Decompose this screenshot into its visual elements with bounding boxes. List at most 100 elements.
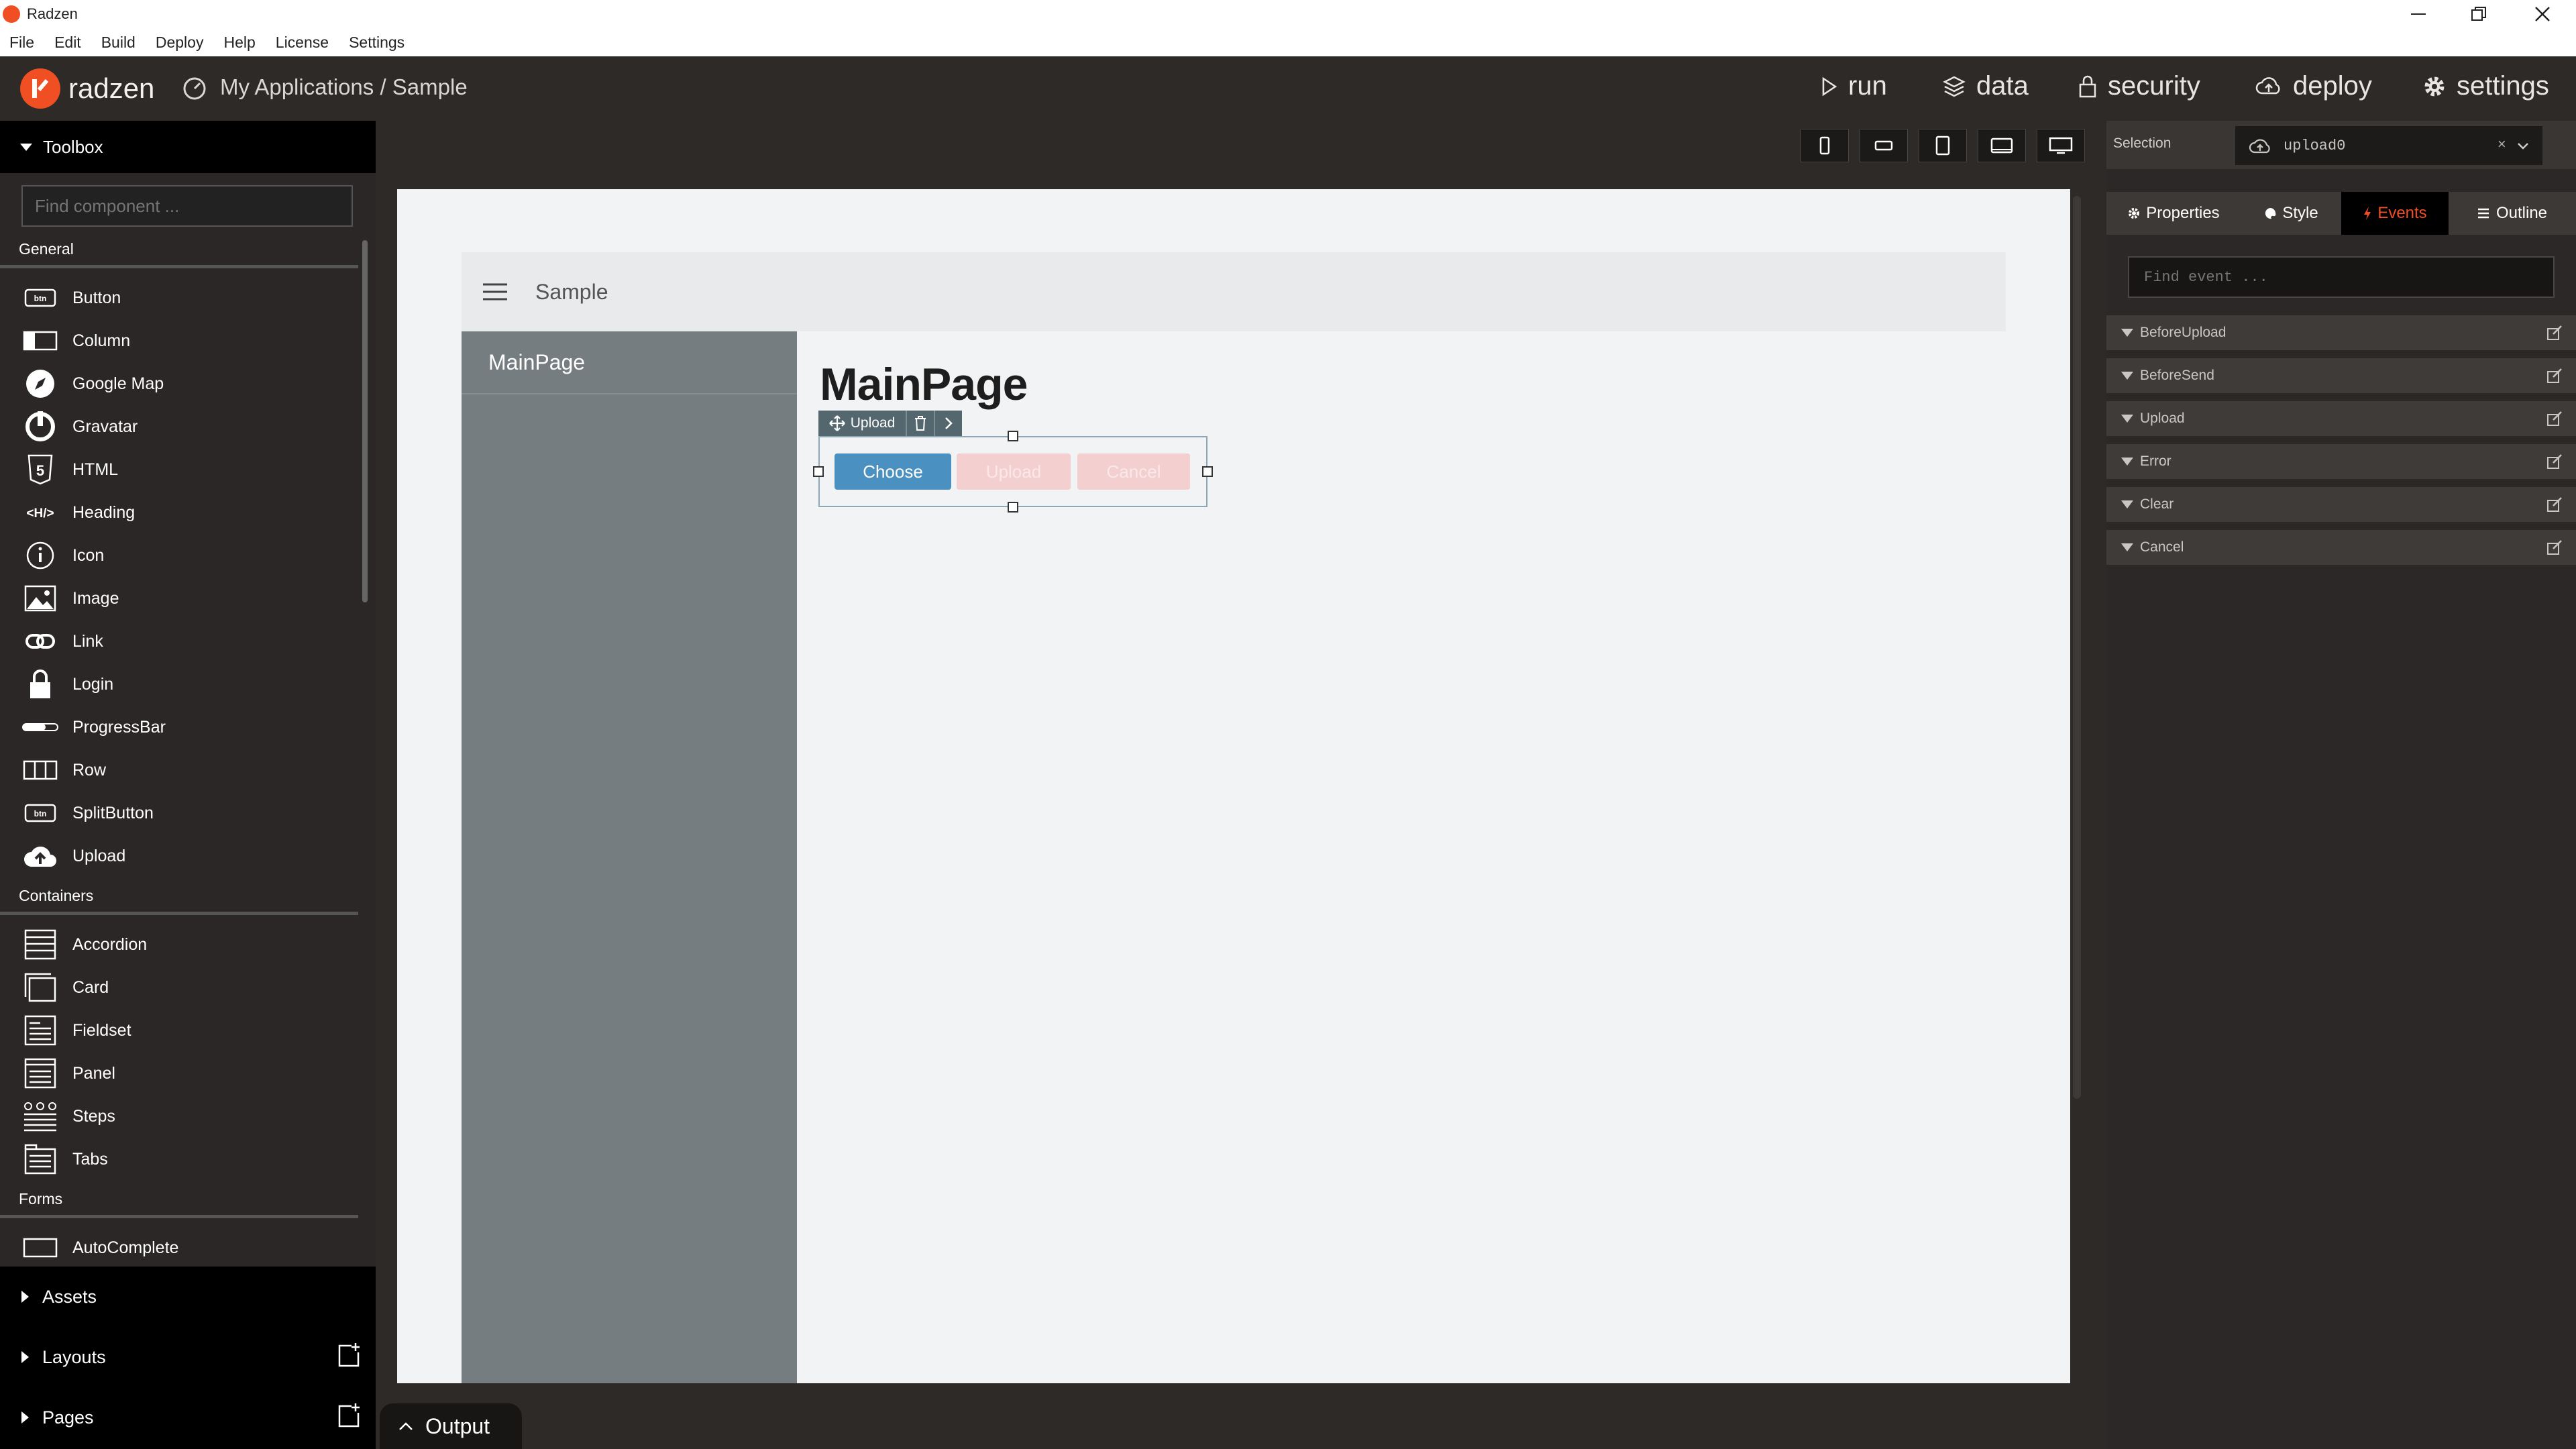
tool-upload[interactable]: Upload <box>0 835 376 877</box>
expand-caret-icon <box>21 1411 29 1424</box>
selection-dropdown[interactable]: upload0 × <box>2235 126 2542 165</box>
tool-progressbar[interactable]: ProgressBar <box>0 706 376 749</box>
row-icon <box>21 755 59 786</box>
tab-outline[interactable]: Outline <box>2449 192 2576 235</box>
device-desktop-button[interactable] <box>2037 129 2085 162</box>
tool-login[interactable]: Login <box>0 663 376 706</box>
find-component-input[interactable] <box>21 185 353 227</box>
tool-row[interactable]: Row <box>0 749 376 792</box>
resize-handle-bottom[interactable] <box>1008 502 1018 513</box>
menu-edit[interactable]: Edit <box>54 34 81 52</box>
chevron-down-icon[interactable] <box>2517 142 2529 150</box>
page-canvas[interactable]: Sample MainPage MainPage Upload Choose U… <box>397 189 2070 1383</box>
tool-panel[interactable]: Panel <box>0 1052 376 1095</box>
menu-deploy[interactable]: Deploy <box>156 34 204 52</box>
event-beforesend[interactable]: BeforeSend <box>2106 358 2576 393</box>
tool-link[interactable]: Link <box>0 620 376 663</box>
edit-event-icon[interactable] <box>2546 368 2563 384</box>
nav-data[interactable]: data <box>1943 71 2029 101</box>
resize-handle-top[interactable] <box>1008 431 1018 441</box>
preview-sidebar-item[interactable]: MainPage <box>462 331 797 394</box>
clear-selection-icon[interactable]: × <box>2498 137 2506 154</box>
upload-cloud-icon <box>2249 139 2270 154</box>
btn-icon: btn <box>21 282 59 313</box>
tab-events[interactable]: Events <box>2341 192 2449 235</box>
breadcrumb[interactable]: My Applications / Sample <box>181 74 468 101</box>
layouts-section[interactable]: Layouts <box>0 1327 376 1387</box>
event-cancel[interactable]: Cancel <box>2106 530 2576 565</box>
edit-event-icon[interactable] <box>2546 496 2563 513</box>
output-panel-tab[interactable]: Output <box>380 1403 522 1449</box>
preview-page-title[interactable]: MainPage <box>820 358 1028 411</box>
hamburger-icon[interactable] <box>482 282 508 302</box>
nav-deploy[interactable]: deploy <box>2255 71 2372 101</box>
choose-button[interactable]: Choose <box>835 453 951 490</box>
device-phone-button[interactable] <box>1801 129 1849 162</box>
component-type-label: Upload <box>850 415 896 431</box>
tool-steps[interactable]: Steps <box>0 1095 376 1138</box>
edit-event-icon[interactable] <box>2546 539 2563 555</box>
add-layout-icon[interactable] <box>337 1342 361 1368</box>
menu-settings[interactable]: Settings <box>349 34 405 52</box>
tool-column[interactable]: Column <box>0 319 376 362</box>
event-clear[interactable]: Clear <box>2106 487 2576 522</box>
assets-section[interactable]: Assets <box>0 1267 376 1327</box>
edit-event-icon[interactable] <box>2546 411 2563 427</box>
brand[interactable]: radzen <box>20 68 154 109</box>
menu-file[interactable]: File <box>9 34 34 52</box>
find-event-input[interactable] <box>2128 256 2555 298</box>
gear-icon <box>2129 208 2140 219</box>
group-general: General <box>0 240 358 268</box>
pages-section[interactable]: Pages <box>0 1387 376 1448</box>
menu-license[interactable]: License <box>276 34 329 52</box>
tool-gravatar[interactable]: Gravatar <box>0 405 376 448</box>
tool-heading[interactable]: <H/> Heading <box>0 491 376 534</box>
tool-accordion[interactable]: Accordion <box>0 923 376 966</box>
tool-icon[interactable]: Icon <box>0 534 376 577</box>
tab-properties[interactable]: Properties <box>2106 192 2241 235</box>
edit-event-icon[interactable] <box>2546 453 2563 470</box>
move-icon <box>828 415 845 431</box>
minimize-button[interactable] <box>2388 0 2449 28</box>
tool-card[interactable]: Card <box>0 966 376 1009</box>
tool-button[interactable]: btn Button <box>0 276 376 319</box>
nav-run[interactable]: run <box>1821 71 1887 101</box>
radzen-logo-icon <box>20 68 60 109</box>
nav-security[interactable]: security <box>2078 71 2200 101</box>
tab-style[interactable]: Style <box>2241 192 2341 235</box>
add-page-icon[interactable] <box>337 1402 361 1429</box>
tool-google-map[interactable]: Google Map <box>0 362 376 405</box>
resize-handle-left[interactable] <box>813 466 824 477</box>
edit-event-icon[interactable] <box>2546 325 2563 341</box>
tool-html[interactable]: 5 HTML <box>0 448 376 491</box>
component-select-parent-button[interactable] <box>935 411 962 436</box>
toolbox-header[interactable]: Toolbox <box>0 121 376 173</box>
minimize-icon <box>2411 13 2426 15</box>
device-tablet-landscape-button[interactable] <box>1978 129 2026 162</box>
menu-help[interactable]: Help <box>223 34 255 52</box>
expand-caret-icon <box>2121 500 2133 508</box>
canvas-scrollbar[interactable] <box>2073 196 2081 1099</box>
image-icon <box>21 583 59 614</box>
tool-tabs[interactable]: Tabs <box>0 1138 376 1181</box>
tool-fieldset[interactable]: Fieldset <box>0 1009 376 1052</box>
resize-handle-right[interactable] <box>1202 466 1213 477</box>
nav-settings[interactable]: settings <box>2423 71 2549 101</box>
device-tablet-button[interactable] <box>1919 129 1967 162</box>
heading-icon: <H/> <box>21 497 59 528</box>
component-move-handle[interactable]: Upload <box>818 411 907 436</box>
menu-build[interactable]: Build <box>101 34 136 52</box>
tool-image[interactable]: Image <box>0 577 376 620</box>
restore-button[interactable] <box>2449 0 2509 28</box>
tool-splitbutton[interactable]: btn SplitButton <box>0 792 376 835</box>
device-phone-landscape-button[interactable] <box>1860 129 1908 162</box>
close-button[interactable] <box>2512 0 2573 28</box>
event-error[interactable]: Error <box>2106 444 2576 479</box>
toolbox-scrollbar[interactable] <box>362 240 368 602</box>
tool-autocomplete[interactable]: AutoComplete <box>0 1226 376 1269</box>
event-beforeupload[interactable]: BeforeUpload <box>2106 315 2576 350</box>
component-delete-button[interactable] <box>907 411 935 436</box>
window-titlebar: Radzen <box>0 0 2576 28</box>
event-upload[interactable]: Upload <box>2106 401 2576 436</box>
desktop-icon <box>2049 137 2073 154</box>
